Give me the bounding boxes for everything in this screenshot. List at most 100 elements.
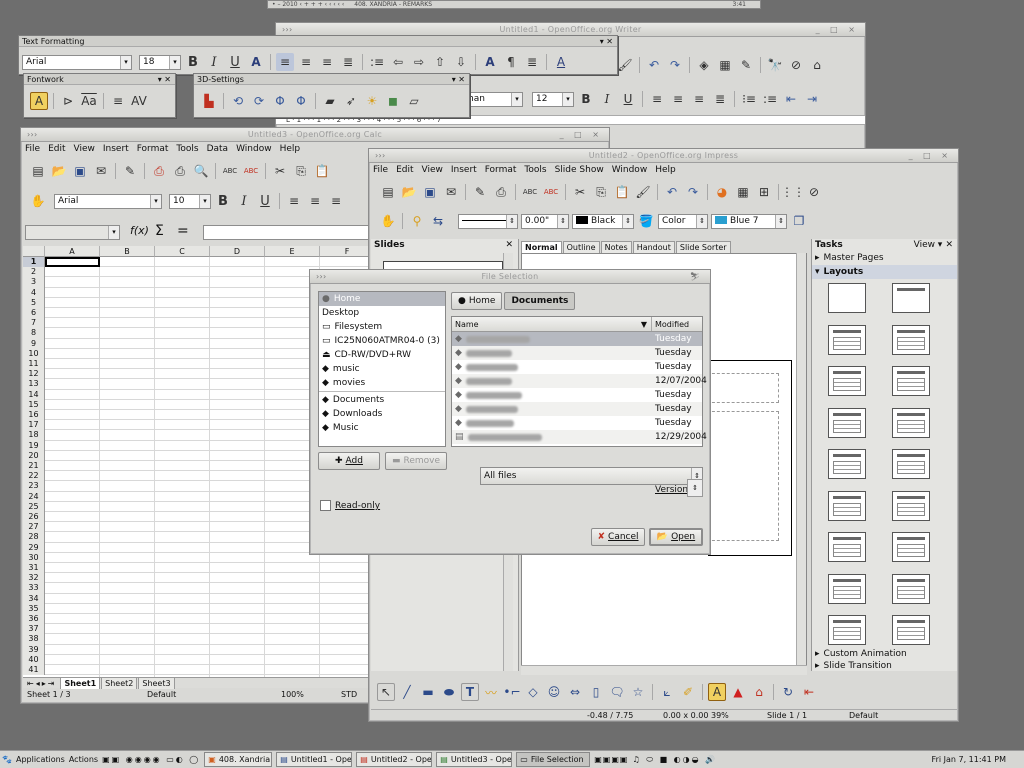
- tf-font-size[interactable]: 18 ▾: [139, 54, 181, 70]
- italic-icon[interactable]: I: [205, 53, 223, 71]
- row-header-1[interactable]: 1: [23, 257, 45, 268]
- version-spinner[interactable]: ⇕: [687, 479, 703, 497]
- spellcheck-icon[interactable]: ABC: [221, 162, 239, 180]
- row-header-32[interactable]: 32: [23, 573, 45, 584]
- 3d-color-icon[interactable]: ▱: [405, 92, 423, 110]
- bold-icon[interactable]: B: [214, 192, 232, 210]
- row-header-8[interactable]: 8: [23, 328, 45, 339]
- paste-icon[interactable]: 📋: [313, 162, 331, 180]
- tilt-left-icon[interactable]: Φ: [271, 92, 289, 110]
- italic-icon[interactable]: I: [598, 90, 616, 108]
- flowchart-icon[interactable]: ▯: [587, 683, 605, 701]
- row-header-30[interactable]: 30: [23, 552, 45, 563]
- column-header-e[interactable]: E: [265, 246, 320, 257]
- autospell-icon[interactable]: ABC: [242, 162, 260, 180]
- align-left-icon[interactable]: ≡: [276, 53, 294, 71]
- applications-menu[interactable]: Applications: [16, 755, 65, 764]
- function-wizard-icon[interactable]: f(x): [130, 224, 149, 237]
- task-calc[interactable]: ▤Untitled3 - OpenO: [436, 752, 513, 767]
- row-header-13[interactable]: 13: [23, 379, 45, 390]
- layout-thumbnail[interactable]: [892, 283, 930, 313]
- styles-icon[interactable]: ✋: [29, 192, 47, 210]
- row-header-24[interactable]: 24: [23, 491, 45, 502]
- column-header-f[interactable]: F: [320, 246, 375, 257]
- column-header-c[interactable]: C: [155, 246, 210, 257]
- section-master-pages[interactable]: ▸ Master Pages: [812, 251, 957, 265]
- fill-type-select[interactable]: Color ⇕: [658, 213, 708, 229]
- redo-icon[interactable]: ↷: [684, 183, 702, 201]
- depth-icon[interactable]: ▰: [321, 92, 339, 110]
- align-left-icon[interactable]: ≡: [285, 192, 303, 210]
- layout-thumbnail[interactable]: [828, 283, 866, 313]
- row-header-15[interactable]: 15: [23, 399, 45, 410]
- row-header-19[interactable]: 19: [23, 440, 45, 451]
- brush-icon[interactable]: 🖌: [616, 56, 634, 74]
- redo-icon[interactable]: ↷: [666, 56, 684, 74]
- symbol-shapes-icon[interactable]: ☺: [545, 683, 563, 701]
- chart-icon[interactable]: ◕: [713, 183, 731, 201]
- clone-icon[interactable]: 🖌: [634, 183, 652, 201]
- tab-normal[interactable]: Normal: [521, 241, 562, 253]
- row-header-35[interactable]: 35: [23, 603, 45, 614]
- gallery-icon[interactable]: ⌂: [808, 56, 826, 74]
- indent-increase-icon[interactable]: ⇥: [803, 90, 821, 108]
- row-header-2[interactable]: 2: [23, 267, 45, 278]
- row-header-36[interactable]: 36: [23, 614, 45, 625]
- shadow-icon[interactable]: A: [247, 53, 265, 71]
- indent-decrease-icon[interactable]: ⇤: [782, 90, 800, 108]
- cut-icon[interactable]: ✂: [271, 162, 289, 180]
- calc-menu-format[interactable]: Format: [137, 142, 169, 156]
- undo-icon[interactable]: ↶: [645, 56, 663, 74]
- calc-menu-data[interactable]: Data: [207, 142, 229, 156]
- file-row[interactable]: ◆ Tuesday: [452, 360, 702, 374]
- layout-thumbnail[interactable]: [892, 615, 930, 645]
- open-icon[interactable]: 📂: [50, 162, 68, 180]
- section-layouts[interactable]: ▾ Layouts: [812, 265, 957, 279]
- new-icon[interactable]: ▤: [29, 162, 47, 180]
- task-impress[interactable]: ▤Untitled2 - OpenO: [356, 752, 433, 767]
- extrusion-toggle-icon[interactable]: ▙: [200, 92, 218, 110]
- add-bookmark-button[interactable]: ✚ Add: [318, 452, 380, 470]
- rectangle-icon[interactable]: ▬: [419, 683, 437, 701]
- row-header-22[interactable]: 22: [23, 471, 45, 482]
- fontwork-gallery-icon[interactable]: A: [30, 92, 48, 110]
- place-harddisk[interactable]: ▭ IC25N060ATMR04-0 (3): [319, 334, 445, 348]
- layout-thumbnail[interactable]: [892, 532, 930, 562]
- writer-font-name[interactable]: man ▾: [461, 91, 523, 107]
- calc-font-name[interactable]: Arial ▾: [54, 193, 162, 209]
- 3d-settings-header[interactable]: 3D-Settings ▾ ✕: [194, 74, 469, 85]
- arrow-style-icon[interactable]: ⇆: [429, 212, 447, 230]
- place-cdrom[interactable]: ⏏ CD-RW/DVD+RW: [319, 348, 445, 362]
- line-width-field[interactable]: 0.00" ⇕: [521, 213, 569, 229]
- path-button-documents[interactable]: Documents: [504, 292, 576, 310]
- fontwork-header[interactable]: Fontwork ▾ ✕: [24, 74, 175, 85]
- align-left-icon[interactable]: ≡: [648, 90, 666, 108]
- align-icon[interactable]: ⇤: [800, 683, 818, 701]
- sheet-tab-2[interactable]: Sheet2: [101, 677, 138, 689]
- row-header-39[interactable]: 39: [23, 644, 45, 655]
- save-icon[interactable]: ▣: [421, 183, 439, 201]
- row-header-18[interactable]: 18: [23, 430, 45, 441]
- place-music[interactable]: ◆ music: [319, 362, 445, 376]
- fill-color-select[interactable]: Blue 7 ⇕: [711, 213, 787, 229]
- layout-thumbnail[interactable]: [892, 449, 930, 479]
- row-header-28[interactable]: 28: [23, 532, 45, 543]
- stars-icon[interactable]: ☆: [629, 683, 647, 701]
- layout-thumbnail[interactable]: [828, 449, 866, 479]
- clock[interactable]: Fri Jan 7, 11:41 PM: [932, 755, 1006, 764]
- row-header-6[interactable]: 6: [23, 308, 45, 319]
- edit-file-icon[interactable]: ✎: [121, 162, 139, 180]
- save-icon[interactable]: ▣: [71, 162, 89, 180]
- row-header-12[interactable]: 12: [23, 369, 45, 380]
- impress-menu-format[interactable]: Format: [485, 163, 517, 177]
- navigator-icon[interactable]: ◈: [695, 56, 713, 74]
- line-color-select[interactable]: Black ⇕: [572, 213, 634, 229]
- select-icon[interactable]: ↖: [377, 683, 395, 701]
- place-filesystem[interactable]: ▭ Filesystem: [319, 320, 445, 334]
- bookmark-music[interactable]: ◆ Music: [319, 421, 445, 435]
- line-tool-icon[interactable]: ╱: [398, 683, 416, 701]
- preview-icon[interactable]: 🔍: [192, 162, 210, 180]
- arrow-up-icon[interactable]: ⇧: [431, 53, 449, 71]
- numbering-icon[interactable]: ⁝≡: [740, 90, 758, 108]
- task-xandria[interactable]: ▣408. Xandria - Mi: [204, 752, 273, 767]
